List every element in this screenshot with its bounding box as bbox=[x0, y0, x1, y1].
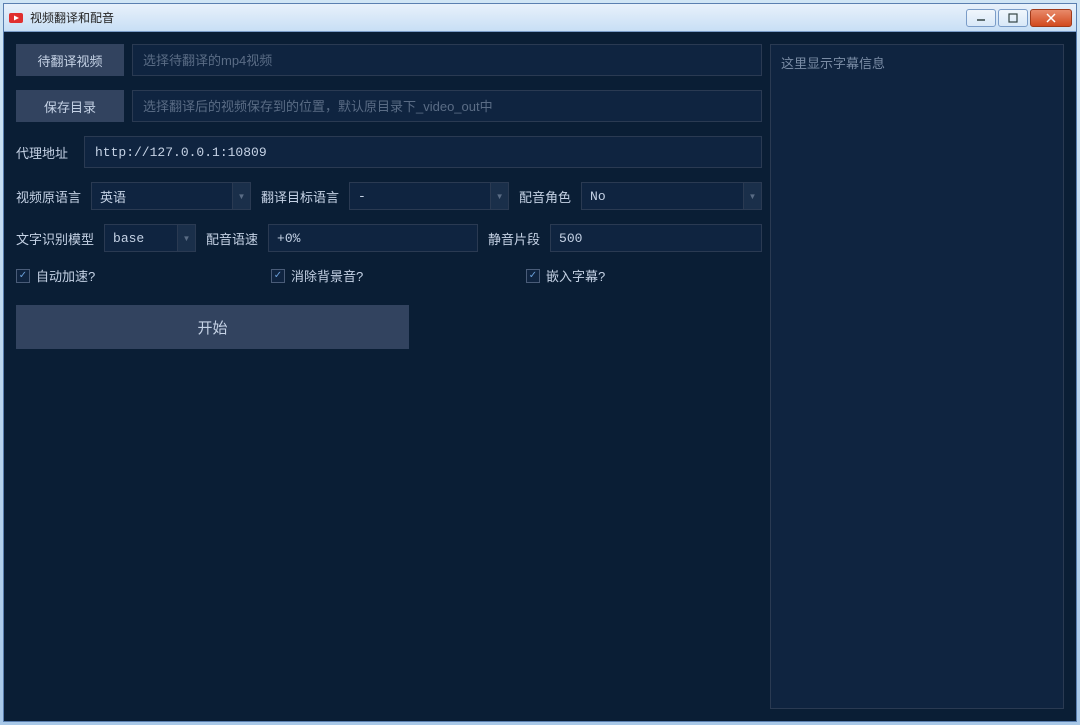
client-area: 待翻译视频 保存目录 代理地址 视频原语言 ▼ 翻译目标语言 bbox=[4, 32, 1076, 721]
chevron-down-icon[interactable]: ▼ bbox=[177, 225, 195, 251]
select-savedir-button[interactable]: 保存目录 bbox=[16, 90, 124, 122]
embed-sub-checkbox[interactable]: ✓ 嵌入字幕? bbox=[526, 266, 605, 285]
select-video-button[interactable]: 待翻译视频 bbox=[16, 44, 124, 76]
source-lang-value[interactable] bbox=[91, 182, 251, 210]
source-lang-combo[interactable]: ▼ bbox=[91, 182, 251, 210]
start-button[interactable]: 开始 bbox=[16, 305, 409, 349]
silence-input[interactable] bbox=[550, 224, 762, 252]
left-panel: 待翻译视频 保存目录 代理地址 视频原语言 ▼ 翻译目标语言 bbox=[16, 44, 762, 709]
window-controls bbox=[966, 9, 1072, 27]
recog-model-combo[interactable]: ▼ bbox=[104, 224, 196, 252]
checkbox-icon: ✓ bbox=[271, 269, 285, 283]
remove-bg-label: 消除背景音? bbox=[291, 266, 363, 285]
voice-rate-input[interactable] bbox=[268, 224, 478, 252]
auto-accel-label: 自动加速? bbox=[36, 266, 95, 285]
close-button[interactable] bbox=[1030, 9, 1072, 27]
proxy-label: 代理地址 bbox=[16, 143, 76, 162]
checkbox-icon: ✓ bbox=[16, 269, 30, 283]
recog-model-label: 文字识别模型 bbox=[16, 229, 94, 248]
app-window: 视频翻译和配音 待翻译视频 保存目录 代理地址 视频原语言 bbox=[3, 3, 1077, 722]
target-lang-value[interactable] bbox=[349, 182, 509, 210]
voice-role-label: 配音角色 bbox=[519, 187, 571, 206]
checkbox-icon: ✓ bbox=[526, 269, 540, 283]
subtitle-panel: 这里显示字幕信息 bbox=[770, 44, 1064, 709]
chevron-down-icon[interactable]: ▼ bbox=[743, 183, 761, 209]
maximize-button[interactable] bbox=[998, 9, 1028, 27]
silence-label: 静音片段 bbox=[488, 229, 540, 248]
voice-role-combo[interactable]: ▼ bbox=[581, 182, 762, 210]
app-icon bbox=[8, 11, 26, 25]
titlebar[interactable]: 视频翻译和配音 bbox=[4, 4, 1076, 32]
window-title: 视频翻译和配音 bbox=[30, 9, 966, 26]
chevron-down-icon[interactable]: ▼ bbox=[490, 183, 508, 209]
embed-sub-label: 嵌入字幕? bbox=[546, 266, 605, 285]
auto-accel-checkbox[interactable]: ✓ 自动加速? bbox=[16, 266, 261, 285]
source-lang-label: 视频原语言 bbox=[16, 187, 81, 206]
voice-rate-label: 配音语速 bbox=[206, 229, 258, 248]
subtitle-placeholder: 这里显示字幕信息 bbox=[781, 56, 885, 71]
savedir-input[interactable] bbox=[132, 90, 762, 122]
remove-bg-checkbox[interactable]: ✓ 消除背景音? bbox=[271, 266, 516, 285]
chevron-down-icon[interactable]: ▼ bbox=[232, 183, 250, 209]
video-path-input[interactable] bbox=[132, 44, 762, 76]
target-lang-combo[interactable]: ▼ bbox=[349, 182, 509, 210]
minimize-button[interactable] bbox=[966, 9, 996, 27]
target-lang-label: 翻译目标语言 bbox=[261, 187, 339, 206]
voice-role-value[interactable] bbox=[581, 182, 762, 210]
proxy-input[interactable] bbox=[84, 136, 762, 168]
